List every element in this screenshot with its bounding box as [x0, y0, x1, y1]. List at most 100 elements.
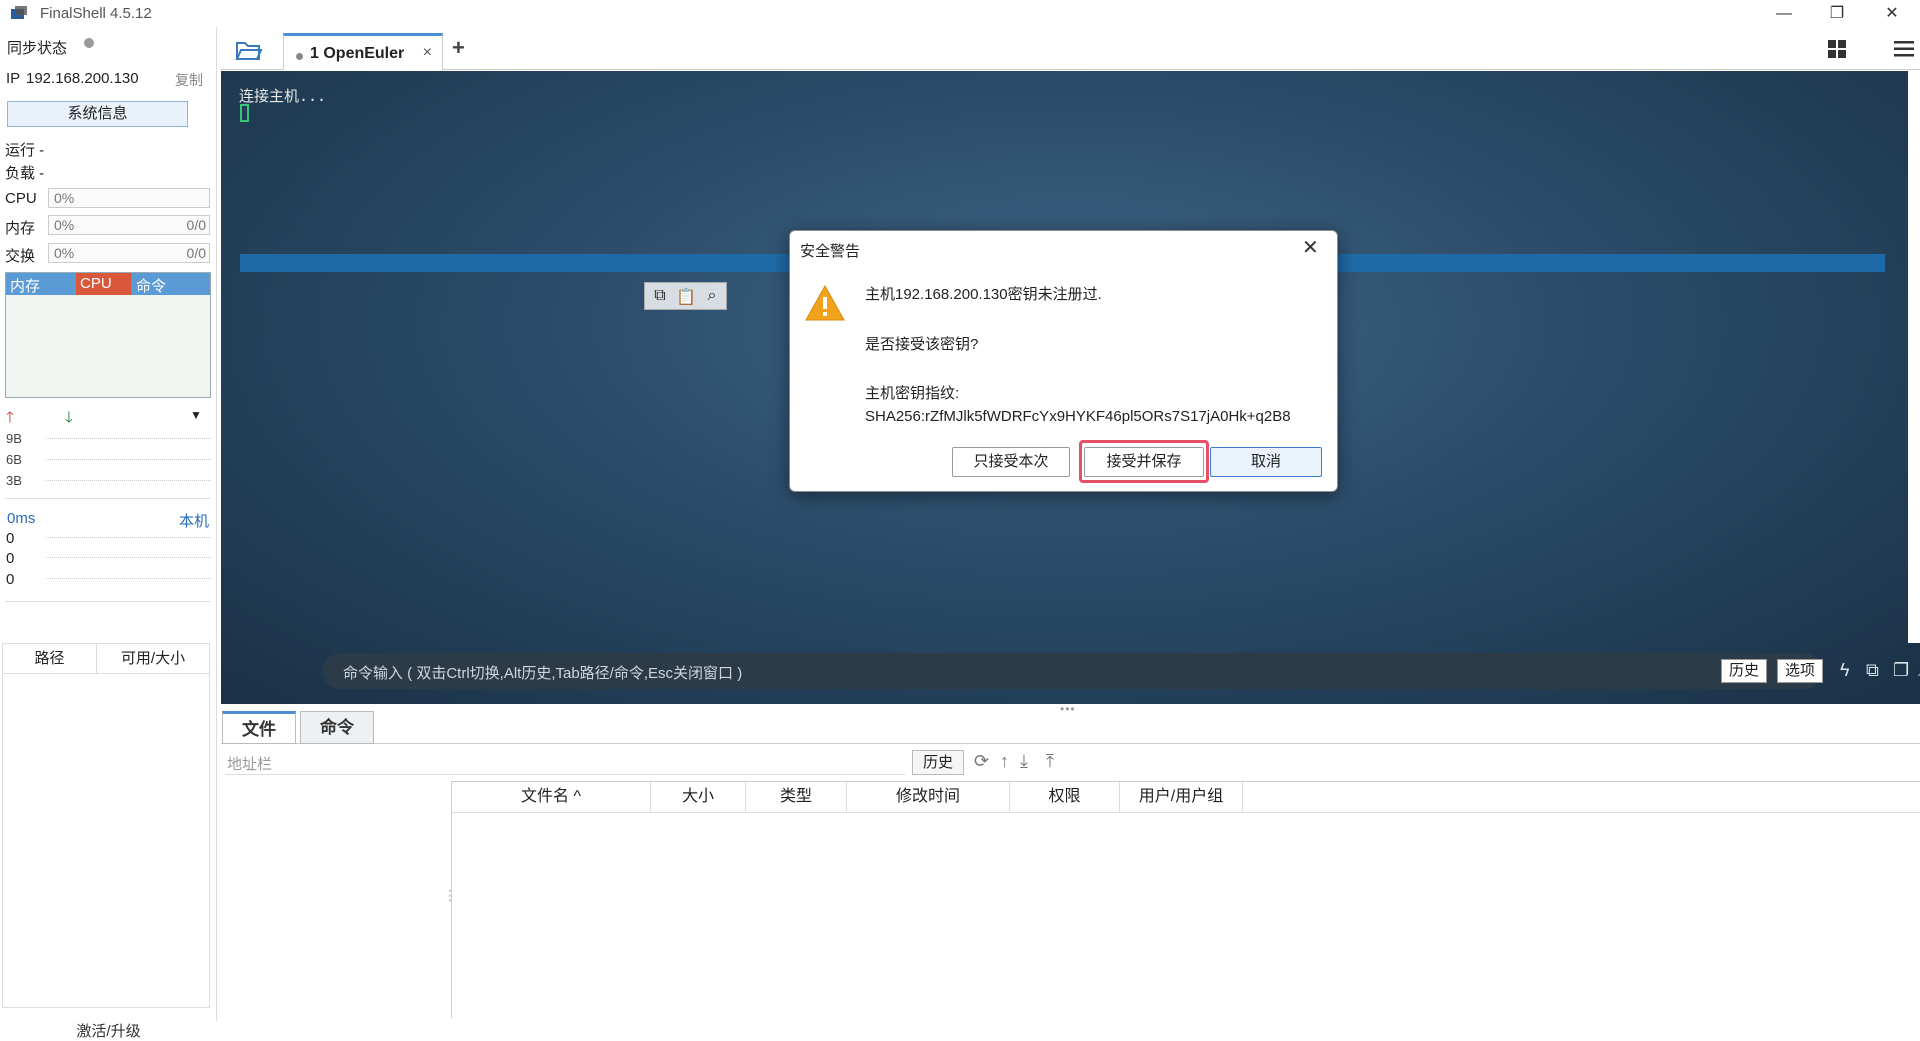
upload-file-icon[interactable]: ⤒: [1046, 751, 1054, 772]
net-grid-line: [46, 480, 211, 481]
download-file-icon[interactable]: ⤓: [1020, 751, 1028, 772]
net-scale-row: 6B: [6, 452, 211, 467]
session-tab-openeuler[interactable]: 1 OpenEuler ×: [283, 33, 443, 70]
network-interface-dropdown-icon[interactable]: ▼: [190, 408, 202, 422]
close-icon: ✕: [1885, 5, 1899, 22]
fingerprint-label: 主机密钥指纹:: [865, 385, 960, 402]
dialog-close-icon[interactable]: ✕: [1302, 235, 1319, 260]
tab-files[interactable]: 文件: [222, 711, 296, 744]
terminal-output: 连接主机...: [239, 87, 327, 105]
copy-ip-button[interactable]: 复制: [175, 70, 203, 90]
copy-icon[interactable]: ⧉: [649, 287, 671, 307]
command-options-button[interactable]: 选项: [1777, 659, 1823, 683]
column-user-group[interactable]: 用户/用户组: [1120, 782, 1243, 812]
disk-path-panel: 路径 可用/大小: [2, 643, 210, 1008]
net-scale-label: 3B: [6, 473, 22, 488]
process-tab-cpu[interactable]: CPU: [76, 273, 131, 295]
cpu-usage-bar: 0%: [48, 188, 210, 208]
system-info-button[interactable]: 系统信息: [7, 101, 188, 127]
swap-percent: 0%: [54, 245, 75, 261]
download-arrow-icon: 🡓: [65, 409, 73, 426]
column-filename[interactable]: 文件名 ^: [452, 782, 651, 812]
add-tab-icon[interactable]: +: [452, 35, 465, 61]
column-permissions[interactable]: 权限: [1010, 782, 1120, 812]
net-scale-row: 3B: [6, 473, 211, 488]
activate-upgrade-link[interactable]: 激活/升级: [0, 1020, 217, 1041]
memory-usage-bar: 0% 0/0: [48, 215, 210, 235]
command-history-button[interactable]: 历史: [1721, 659, 1768, 683]
copy-icon[interactable]: ⧉: [1866, 660, 1879, 681]
latency-value: 0: [6, 571, 15, 588]
latency-label: 0ms: [7, 510, 36, 527]
fingerprint-value: SHA256:rZfMJlk5fWDRFcYx9HYKF46pl5ORs7S17…: [865, 408, 1291, 425]
net-grid-line: [46, 438, 211, 439]
command-input-bar[interactable]: 命令输入 ( 双击Ctrl切换,Alt历史,Tab路径/命令,Esc关闭窗口 )…: [323, 653, 1920, 689]
accept-once-button[interactable]: 只接受本次: [952, 447, 1070, 477]
refresh-icon[interactable]: ⟳: [974, 751, 989, 772]
tab-commands[interactable]: 命令: [300, 711, 374, 744]
minimize-icon: —: [1776, 5, 1792, 22]
terminal-scrollbar[interactable]: [1908, 71, 1920, 643]
ip-value: 192.168.200.130: [26, 70, 139, 87]
net-scale-row: 9B: [6, 431, 211, 446]
load-status: 负载 -: [5, 165, 45, 182]
menu-icon[interactable]: [1894, 40, 1914, 58]
column-modified-time[interactable]: 修改时间: [847, 782, 1010, 812]
memory-percent: 0%: [54, 217, 75, 233]
upload-arrow-icon: 🡑: [6, 409, 14, 426]
net-scale-label: 9B: [6, 431, 22, 446]
swap-usage-bar: 0% 0/0: [48, 243, 210, 263]
restore-button[interactable]: ❐: [1809, 0, 1865, 27]
cancel-button[interactable]: 取消: [1210, 447, 1322, 477]
grid-layout-icon[interactable]: [1827, 39, 1847, 59]
column-size[interactable]: 大小: [651, 782, 746, 812]
security-warning-dialog: 安全警告 ✕ 主机192.168.200.130密钥未注册过. 是否接受该密钥?…: [789, 230, 1338, 492]
latency-grid-line: [46, 537, 211, 538]
file-history-button[interactable]: 历史: [912, 750, 964, 775]
process-panel: 内存 CPU 命令: [5, 272, 211, 398]
warning-icon: [805, 284, 845, 321]
paste-icon[interactable]: ❐: [1893, 660, 1909, 681]
size-column-header[interactable]: 可用/大小: [97, 644, 209, 674]
process-tab-command[interactable]: 命令: [136, 275, 166, 296]
memory-fraction: 0/0: [186, 217, 206, 233]
search-icon[interactable]: ⌕: [701, 287, 723, 307]
run-status: 运行 -: [5, 142, 45, 159]
terminal-mini-toolbar: ⧉ 📋 ⌕: [644, 282, 727, 310]
dialog-title: 安全警告: [800, 243, 861, 260]
net-grid-line: [46, 459, 211, 460]
app-title: FinalShell 4.5.12: [40, 5, 152, 22]
minimize-button[interactable]: —: [1756, 0, 1812, 27]
paste-icon[interactable]: 📋: [675, 287, 697, 307]
latency-row: 0: [6, 550, 211, 567]
cpu-usage-row: CPU 0%: [5, 188, 210, 210]
finalshell-logo-icon: [11, 6, 27, 19]
latency-host[interactable]: 本机: [179, 510, 209, 531]
command-input[interactable]: 命令输入 ( 双击Ctrl切换,Alt历史,Tab路径/命令,Esc关闭窗口 ): [343, 662, 742, 683]
latency-grid-line: [46, 557, 211, 558]
restore-icon: ❐: [1829, 5, 1845, 22]
process-tab-memory[interactable]: 内存: [10, 275, 40, 296]
file-table: 文件名 ^ 大小 类型 修改时间 权限 用户/用户组: [451, 781, 1920, 1018]
address-bar-underline: [225, 774, 905, 775]
sidebar: 同步状态 IP 192.168.200.130 复制 系统信息 运行 - 负载 …: [0, 27, 217, 1040]
open-folder-icon[interactable]: [235, 39, 263, 61]
lightning-icon[interactable]: ϟ: [1840, 660, 1850, 681]
address-bar-input[interactable]: 地址栏: [227, 753, 272, 774]
path-column-header[interactable]: 路径: [3, 644, 97, 674]
process-tabs: 内存 CPU 命令: [6, 273, 210, 295]
session-tab-label: 1 OpenEuler: [310, 45, 405, 62]
file-table-header: 文件名 ^ 大小 类型 修改时间 权限 用户/用户组: [452, 782, 1920, 813]
swap-label: 交换: [5, 248, 36, 265]
swap-usage-row: 交换 0% 0/0: [5, 243, 210, 265]
close-window-button[interactable]: ✕: [1864, 0, 1920, 27]
close-tab-icon[interactable]: ×: [423, 44, 432, 62]
up-directory-icon[interactable]: ↑: [1000, 751, 1009, 772]
latency-grid-line: [46, 578, 211, 579]
session-tab-bar: 1 OpenEuler × +: [221, 27, 1920, 70]
column-type[interactable]: 类型: [746, 782, 847, 812]
swap-fraction: 0/0: [186, 245, 206, 261]
sync-status-label: 同步状态: [7, 40, 68, 57]
ip-label: IP: [6, 70, 21, 87]
dialog-message: 主机192.168.200.130密钥未注册过.: [865, 286, 1102, 303]
